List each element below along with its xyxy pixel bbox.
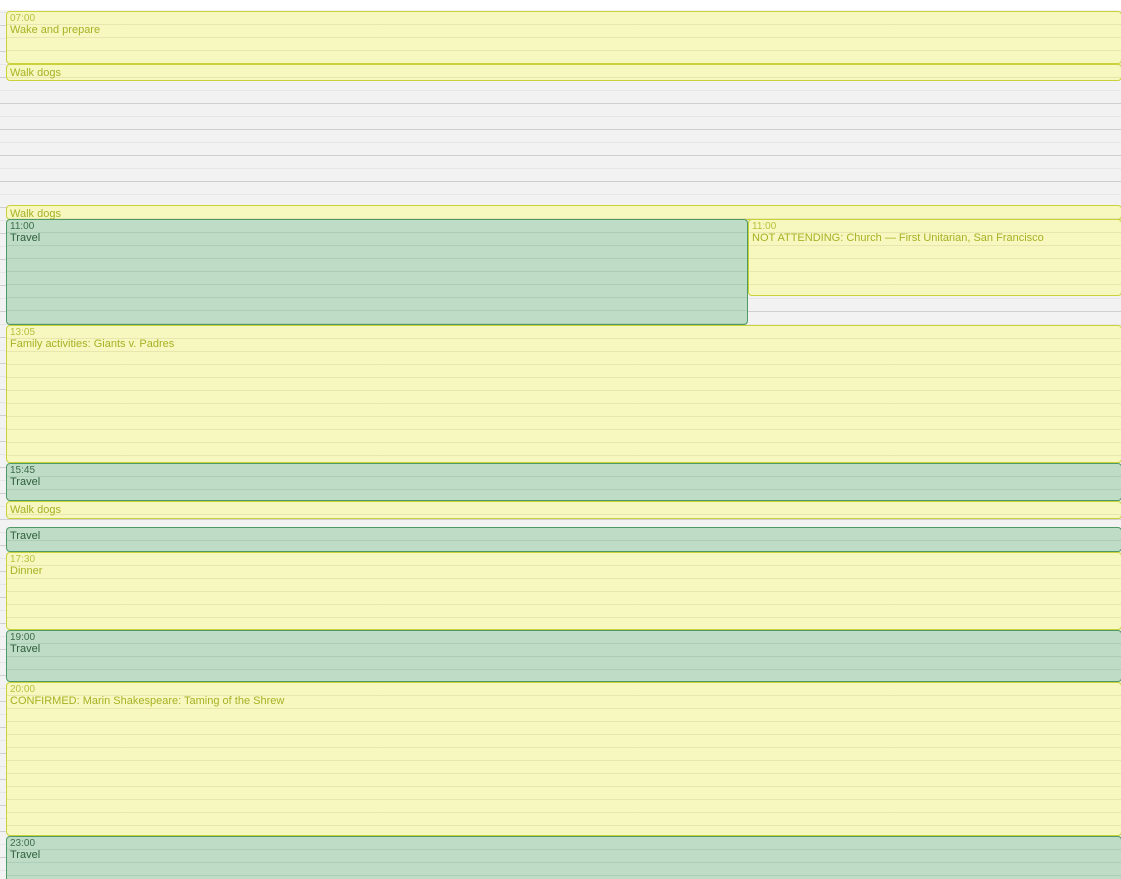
event-title: Travel bbox=[10, 232, 41, 244]
event-family-activities[interactable]: 13:05 Family activities: Giants v. Padre… bbox=[6, 325, 1121, 463]
event-walk-dogs-morning[interactable]: Walk dogs bbox=[6, 64, 1121, 81]
event-title: Travel bbox=[10, 643, 41, 655]
event-title: Dinner bbox=[10, 565, 43, 577]
event-time: 11:00 bbox=[10, 221, 35, 232]
event-time: 23:00 bbox=[10, 838, 36, 849]
event-walk-dogs-late-morning[interactable]: Walk dogs bbox=[6, 205, 1121, 220]
day-calendar-grid[interactable]: 07:00 Wake and prepare Walk dogs Walk do… bbox=[0, 0, 1121, 879]
event-title: Travel bbox=[10, 530, 41, 542]
event-church-not-attending[interactable]: 11:00 NOT ATTENDING: Church — First Unit… bbox=[748, 219, 1121, 296]
event-title: Walk dogs bbox=[10, 67, 61, 79]
event-walk-dogs-afternoon[interactable]: Walk dogs bbox=[6, 501, 1121, 519]
event-wake-and-prepare[interactable]: 07:00 Wake and prepare bbox=[6, 11, 1121, 64]
event-title: Wake and prepare bbox=[10, 24, 101, 36]
event-time: 17:30 bbox=[10, 554, 36, 565]
event-time: 13:05 bbox=[10, 327, 36, 338]
event-title: NOT ATTENDING: Church — First Unitarian,… bbox=[752, 232, 1044, 244]
event-travel-afternoon[interactable]: 15:45 Travel bbox=[6, 463, 1121, 501]
calendar-top-strip bbox=[0, 0, 1121, 10]
event-time: 07:00 bbox=[10, 13, 36, 24]
event-dinner[interactable]: 17:30 Dinner bbox=[6, 552, 1121, 630]
event-marin-shakespeare[interactable]: 20:00 CONFIRMED: Marin Shakespeare: Tami… bbox=[6, 682, 1121, 836]
event-time: 19:00 bbox=[10, 632, 36, 643]
event-title: Family activities: Giants v. Padres bbox=[10, 338, 175, 350]
event-travel-to-church[interactable]: 11:00 Travel bbox=[6, 219, 748, 325]
event-title: Travel bbox=[10, 849, 41, 861]
event-travel-to-theater[interactable]: 19:00 Travel bbox=[6, 630, 1121, 682]
event-time: 15:45 bbox=[10, 465, 36, 476]
event-travel-evening[interactable]: Travel bbox=[6, 527, 1121, 552]
event-travel-night[interactable]: 23:00 Travel bbox=[6, 836, 1121, 879]
event-time: 11:00 bbox=[752, 221, 777, 232]
event-title: Walk dogs bbox=[10, 504, 61, 516]
event-time: 20:00 bbox=[10, 684, 36, 695]
event-title: CONFIRMED: Marin Shakespeare: Taming of … bbox=[10, 695, 285, 707]
event-title: Travel bbox=[10, 476, 41, 488]
